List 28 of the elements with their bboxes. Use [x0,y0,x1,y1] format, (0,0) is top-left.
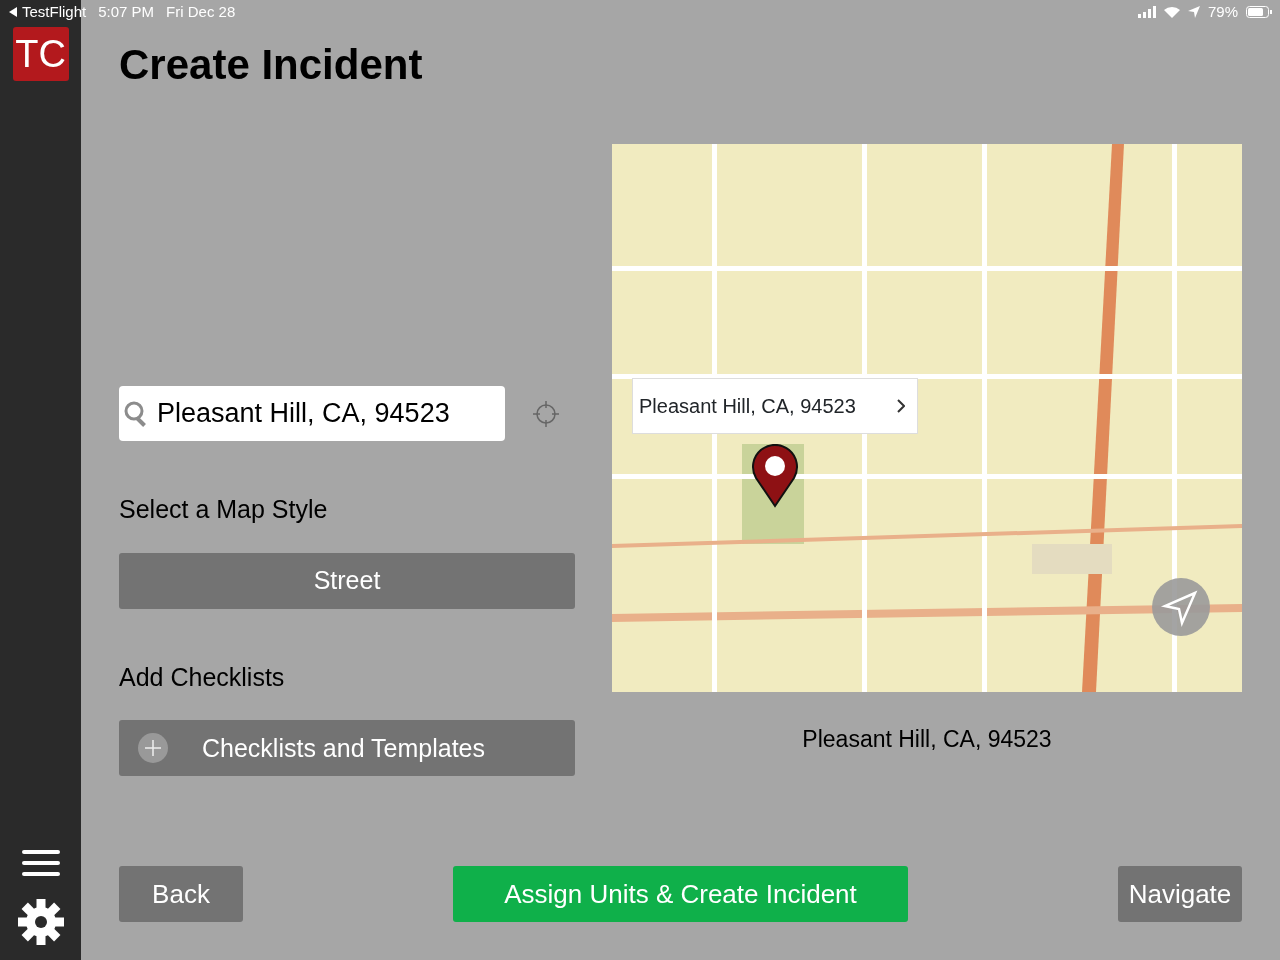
nav-button[interactable]: Navigate [1118,866,1242,922]
checklists-button[interactable]: Checklists and Templates [119,720,575,777]
battery-level: 79% [1207,1,1238,22]
section-label: Add Checklists [119,661,286,693]
section-label: Select a Map Style [119,494,329,526]
battery-icon [1246,6,1272,18]
map-style-button[interactable]: Street [119,552,575,609]
status-time: 5:07 PM [98,1,155,22]
create-incident-button[interactable]: Assign Units & Create Incident [453,866,908,922]
plus-icon [137,732,169,765]
chevron-icon [897,399,905,414]
status-date: Fri Dec 28 [166,1,236,22]
map-pin-icon [751,444,799,509]
nav-button[interactable]: Back [119,866,243,922]
back-icon[interactable] [8,6,18,18]
callout-label: Pleasant Hill, CA, 94523 [639,394,856,420]
navigation-icon[interactable] [1151,577,1211,638]
app-logo: TC [12,27,69,81]
map-callout[interactable]: Pleasant Hill, CA, 94523 [632,378,918,435]
settings-icon[interactable] [16,898,65,946]
location-caption: Pleasant Hill, CA, 94523 [802,725,1052,755]
signal-icon [1137,6,1156,18]
page-title: Create Incident [119,40,424,90]
checklists-button-label: Checklists and Templates [202,732,485,764]
search-field[interactable]: Pleasant Hill, CA, 94523 [119,386,505,442]
location-icon [1187,6,1200,18]
menu-icon[interactable] [21,850,60,876]
wifi-icon [1163,6,1180,18]
